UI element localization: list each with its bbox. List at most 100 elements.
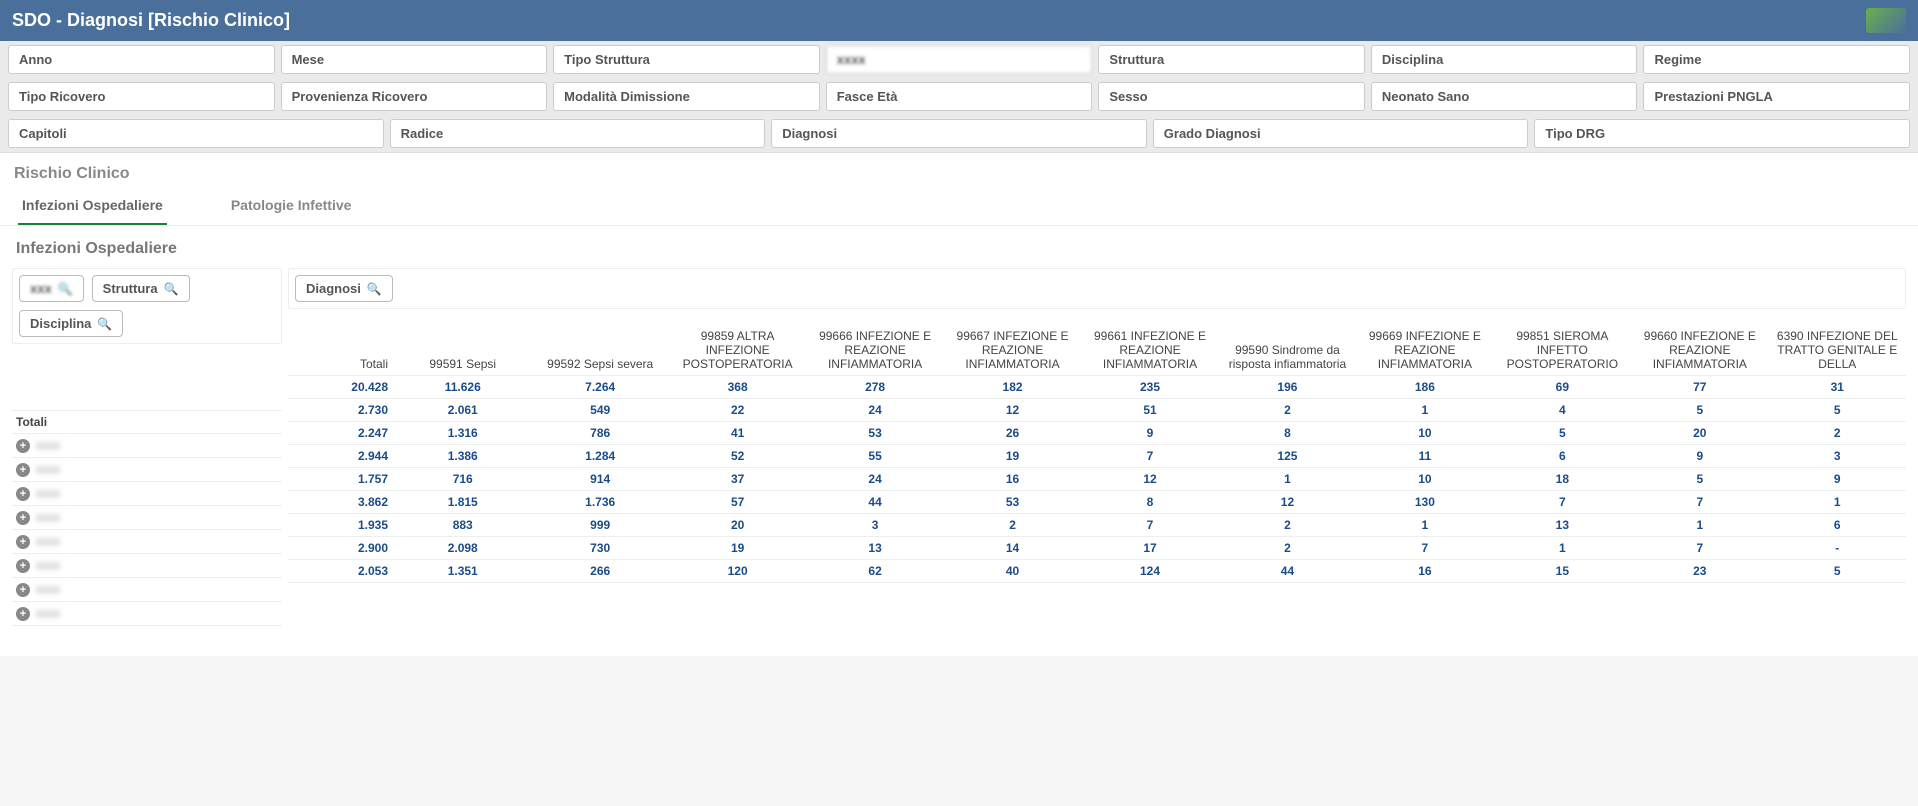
data-cell: 22 (669, 398, 806, 421)
data-cell: 7 (1081, 513, 1218, 536)
page-title: SDO - Diagnosi [Rischio Clinico] (12, 10, 290, 31)
filter-struttura[interactable]: Struttura (1098, 45, 1365, 74)
filter-neonato-sano[interactable]: Neonato Sano (1371, 82, 1638, 111)
expand-icon[interactable]: + (16, 583, 30, 597)
col-dimensions: Diagnosi🔍 (288, 268, 1906, 309)
data-cell: 12 (944, 398, 1081, 421)
data-cell: 6 (1769, 513, 1906, 536)
data-cell: 37 (669, 467, 806, 490)
data-cell: 549 (531, 398, 668, 421)
data-cell: 24 (806, 467, 943, 490)
row-label: +xxxx (12, 553, 282, 577)
data-cell: 51 (1081, 398, 1218, 421)
data-cell: 10 (1356, 467, 1493, 490)
data-cell: 16 (944, 467, 1081, 490)
expand-icon[interactable]: + (16, 463, 30, 477)
data-cell: 1 (1356, 398, 1493, 421)
data-cell: 2 (1219, 536, 1356, 559)
data-cell: 7 (1631, 536, 1768, 559)
dim-chip-disciplina[interactable]: Disciplina🔍 (19, 310, 123, 337)
data-cell: 5 (1631, 467, 1768, 490)
expand-icon[interactable]: + (16, 559, 30, 573)
col-header: 99859 ALTRA INFEZIONE POSTOPERATORIA (669, 317, 806, 375)
data-cell: 5 (1769, 559, 1906, 582)
data-cell: 55 (806, 444, 943, 467)
data-cell: 9 (1769, 467, 1906, 490)
filter-mese[interactable]: Mese (281, 45, 548, 74)
dim-chip-struttura[interactable]: Struttura🔍 (92, 275, 190, 302)
filter-anno[interactable]: Anno (8, 45, 275, 74)
data-cell: 1.736 (531, 490, 668, 513)
data-cell: 182 (944, 375, 1081, 398)
data-cell: 9 (1081, 421, 1218, 444)
data-cell: 12 (1081, 467, 1218, 490)
data-cell: 883 (394, 513, 531, 536)
data-cell: 2.053 (288, 559, 394, 582)
data-cell: 730 (531, 536, 668, 559)
data-cell: 120 (669, 559, 806, 582)
data-cell: 235 (1081, 375, 1218, 398)
filter-regime[interactable]: Regime (1643, 45, 1910, 74)
data-cell: 2 (944, 513, 1081, 536)
filter-tipo-ricovero[interactable]: Tipo Ricovero (8, 82, 275, 111)
data-cell: 1.815 (394, 490, 531, 513)
expand-icon[interactable]: + (16, 439, 30, 453)
filter-sesso[interactable]: Sesso (1098, 82, 1365, 111)
data-cell: 5 (1631, 398, 1768, 421)
data-cell: 8 (1219, 421, 1356, 444)
data-cell: 266 (531, 559, 668, 582)
filter-fasce-età[interactable]: Fasce Età (826, 82, 1093, 111)
filter-provenienza-ricovero[interactable]: Provenienza Ricovero (281, 82, 548, 111)
col-header: 6390 INFEZIONE DEL TRATTO GENITALE E DEL… (1769, 317, 1906, 375)
filter-modalità-dimissione[interactable]: Modalità Dimissione (553, 82, 820, 111)
filter-radice[interactable]: Radice (390, 119, 766, 148)
data-cell: 5 (1769, 398, 1906, 421)
expand-icon[interactable]: + (16, 607, 30, 621)
col-header: 99669 INFEZIONE E REAZIONE INFIAMMATORIA (1356, 317, 1493, 375)
data-cell: 7 (1081, 444, 1218, 467)
data-cell: 1 (1219, 467, 1356, 490)
search-icon: 🔍 (367, 282, 382, 296)
filter-tipo-struttura[interactable]: Tipo Struttura (553, 45, 820, 74)
filter-disciplina[interactable]: Disciplina (1371, 45, 1638, 74)
data-cell: 1.316 (394, 421, 531, 444)
filter-diagnosi[interactable]: Diagnosi (771, 119, 1147, 148)
section-title: Rischio Clinico (0, 153, 1918, 189)
dim-chip-diagnosi[interactable]: Diagnosi🔍 (295, 275, 393, 302)
data-cell: 2.944 (288, 444, 394, 467)
data-cell: 1.386 (394, 444, 531, 467)
filter-hidden[interactable]: xxxx (826, 45, 1093, 74)
data-cell: 17 (1081, 536, 1218, 559)
data-cell: 4 (1494, 398, 1631, 421)
filter-grado-diagnosi[interactable]: Grado Diagnosi (1153, 119, 1529, 148)
data-cell: 7 (1494, 490, 1631, 513)
expand-icon[interactable]: + (16, 487, 30, 501)
data-cell: 2.098 (394, 536, 531, 559)
row-dimensions: xxx🔍 Struttura🔍 Disciplina🔍 (12, 268, 282, 344)
data-cell: 12 (1219, 490, 1356, 513)
expand-icon[interactable]: + (16, 535, 30, 549)
search-icon: 🔍 (164, 282, 179, 296)
data-cell: 62 (806, 559, 943, 582)
data-cell: 18 (1494, 467, 1631, 490)
data-cell: 41 (669, 421, 806, 444)
row-label: +xxxx (12, 505, 282, 529)
filter-capitoli[interactable]: Capitoli (8, 119, 384, 148)
data-cell: 11.626 (394, 375, 531, 398)
data-cell: 999 (531, 513, 668, 536)
col-header: Totali (288, 317, 394, 375)
col-header: 99666 INFEZIONE E REAZIONE INFIAMMATORIA (806, 317, 943, 375)
filter-prestazioni-pngla[interactable]: Prestazioni PNGLA (1643, 82, 1910, 111)
data-cell: 3.862 (288, 490, 394, 513)
data-cell: 1 (1769, 490, 1906, 513)
tab-patologie-infettive[interactable]: Patologie Infettive (227, 189, 356, 225)
dim-chip-hidden[interactable]: xxx🔍 (19, 275, 84, 302)
filter-tipo-drg[interactable]: Tipo DRG (1534, 119, 1910, 148)
data-cell: 20 (1631, 421, 1768, 444)
row-label: +xxxx (12, 529, 282, 553)
tab-infezioni-ospedaliere[interactable]: Infezioni Ospedaliere (18, 189, 167, 225)
expand-icon[interactable]: + (16, 511, 30, 525)
col-header: 99592 Sepsi severa (531, 317, 668, 375)
data-cell: 57 (669, 490, 806, 513)
data-cell: 3 (806, 513, 943, 536)
